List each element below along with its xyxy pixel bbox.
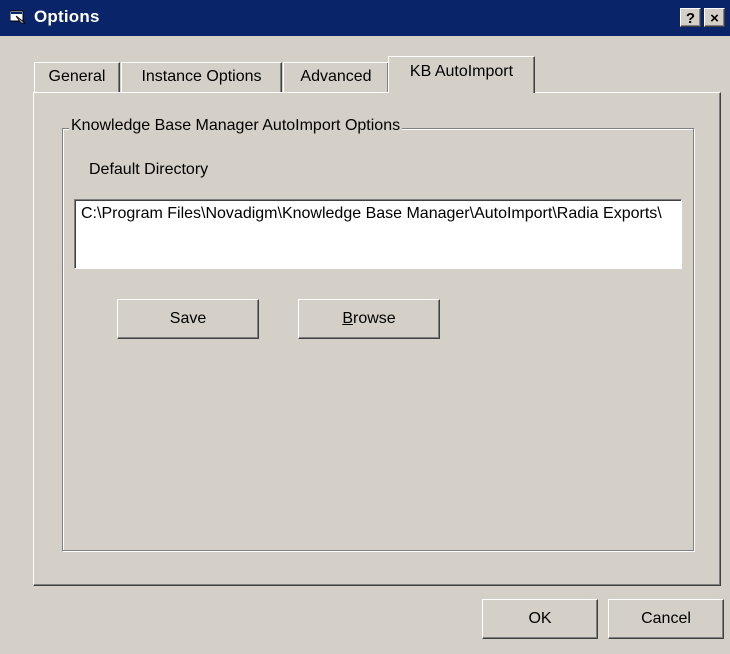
default-directory-field[interactable]: C:\Program Files\Novadigm\Knowledge Base… [74,199,682,269]
help-button[interactable]: ? [680,8,701,27]
close-button[interactable]: × [704,8,725,27]
tab-advanced[interactable]: Advanced [283,62,389,92]
title-bar[interactable]: Options ? × [0,0,730,36]
cancel-button[interactable]: Cancel [608,599,724,639]
ok-button[interactable]: OK [482,599,598,639]
default-directory-label: Default Directory [89,161,209,178]
window-title: Options [34,7,100,26]
tab-instance-options[interactable]: Instance Options [121,62,282,92]
group-title: Knowledge Base Manager AutoImport Option… [69,117,403,135]
browse-button[interactable]: Browse [298,299,440,339]
options-window-icon [9,10,27,24]
browse-mnemonic: B [342,310,353,327]
save-button[interactable]: Save [117,299,259,339]
autoimport-options-group [62,128,694,551]
browse-label-rest: rowse [352,310,396,327]
tab-general[interactable]: General [34,62,120,92]
tab-kb-autoimport[interactable]: KB AutoImport [388,56,535,93]
